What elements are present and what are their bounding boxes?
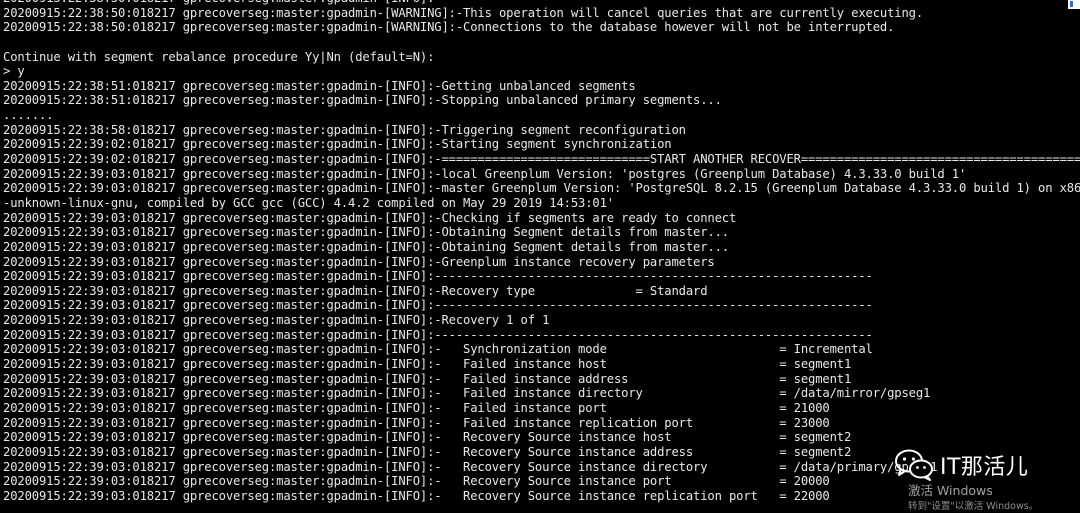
terminal-line: 20200915:22:39:03:018217 gprecoverseg:ma… — [3, 269, 873, 284]
terminal-line: 20200915:22:39:03:018217 gprecoverseg:ma… — [3, 225, 729, 240]
terminal-line: 20200915:22:38:51:018217 gprecoverseg:ma… — [3, 93, 722, 108]
terminal-line: 20200915:22:39:03:018217 gprecoverseg:ma… — [3, 239, 729, 254]
terminal-line: 20200915:22:39:03:018217 gprecoverseg:ma… — [3, 444, 852, 459]
terminal-line: 20200915:22:39:03:018217 gprecoverseg:ma… — [3, 430, 852, 445]
terminal-line: 20200915:22:39:03:018217 gprecoverseg:ma… — [3, 474, 830, 489]
terminal-line: 20200915:22:38:50:018217 gprecoverseg:ma… — [3, 20, 895, 35]
terminal-line: 20200915:22:39:03:018217 gprecoverseg:ma… — [3, 210, 737, 225]
terminal-line: 20200915:22:39:03:018217 gprecoverseg:ma… — [3, 181, 1080, 196]
terminal-line: 20200915:22:39:03:018217 gprecoverseg:ma… — [3, 327, 873, 342]
terminal-line: 20200915:22:39:03:018217 gprecoverseg:ma… — [3, 254, 715, 269]
terminal-line: -unknown-linux-gnu, compiled by GCC gcc … — [3, 195, 614, 210]
terminal-line: 20200915:22:39:03:018217 gprecoverseg:ma… — [3, 357, 852, 372]
terminal-line: 20200915:22:39:03:018217 gprecoverseg:ma… — [3, 313, 550, 328]
terminal-output: 20200915:22:38:50:018217 gprecoverseg:ma… — [3, 0, 1080, 503]
terminal-line: 20200915:22:39:03:018217 gprecoverseg:ma… — [3, 459, 938, 474]
terminal-line: 20200915:22:39:03:018217 gprecoverseg:ma… — [3, 400, 830, 415]
terminal-line: 20200915:22:39:02:018217 gprecoverseg:ma… — [3, 152, 1080, 167]
terminal-line: Continue with segment rebalance procedur… — [3, 49, 435, 64]
scrollbar-thumb[interactable] — [1068, 0, 1080, 9]
terminal-line: 20200915:22:38:50:018217 gprecoverseg:ma… — [3, 5, 923, 20]
terminal-line: 20200915:22:39:03:018217 gprecoverseg:ma… — [3, 488, 830, 503]
terminal-window[interactable]: 20200915:22:38:50:018217 gprecoverseg:ma… — [0, 0, 1080, 513]
terminal-line: 20200915:22:39:03:018217 gprecoverseg:ma… — [3, 415, 830, 430]
terminal-line: > y — [3, 64, 25, 79]
terminal-line: 20200915:22:39:02:018217 gprecoverseg:ma… — [3, 137, 672, 152]
terminal-line: 20200915:22:39:03:018217 gprecoverseg:ma… — [3, 342, 873, 357]
terminal-line: 20200915:22:39:03:018217 gprecoverseg:ma… — [3, 166, 967, 181]
terminal-line: 20200915:22:38:51:018217 gprecoverseg:ma… — [3, 78, 636, 93]
terminal-line: 20200915:22:39:03:018217 gprecoverseg:ma… — [3, 371, 852, 386]
terminal-line: 20200915:22:39:03:018217 gprecoverseg:ma… — [3, 386, 931, 401]
terminal-line: 20200915:22:39:03:018217 gprecoverseg:ma… — [3, 283, 708, 298]
terminal-line: 20200915:22:39:03:018217 gprecoverseg:ma… — [3, 298, 873, 313]
terminal-line: ....... — [3, 108, 54, 123]
terminal-line: 20200915:22:38:58:018217 gprecoverseg:ma… — [3, 122, 686, 137]
